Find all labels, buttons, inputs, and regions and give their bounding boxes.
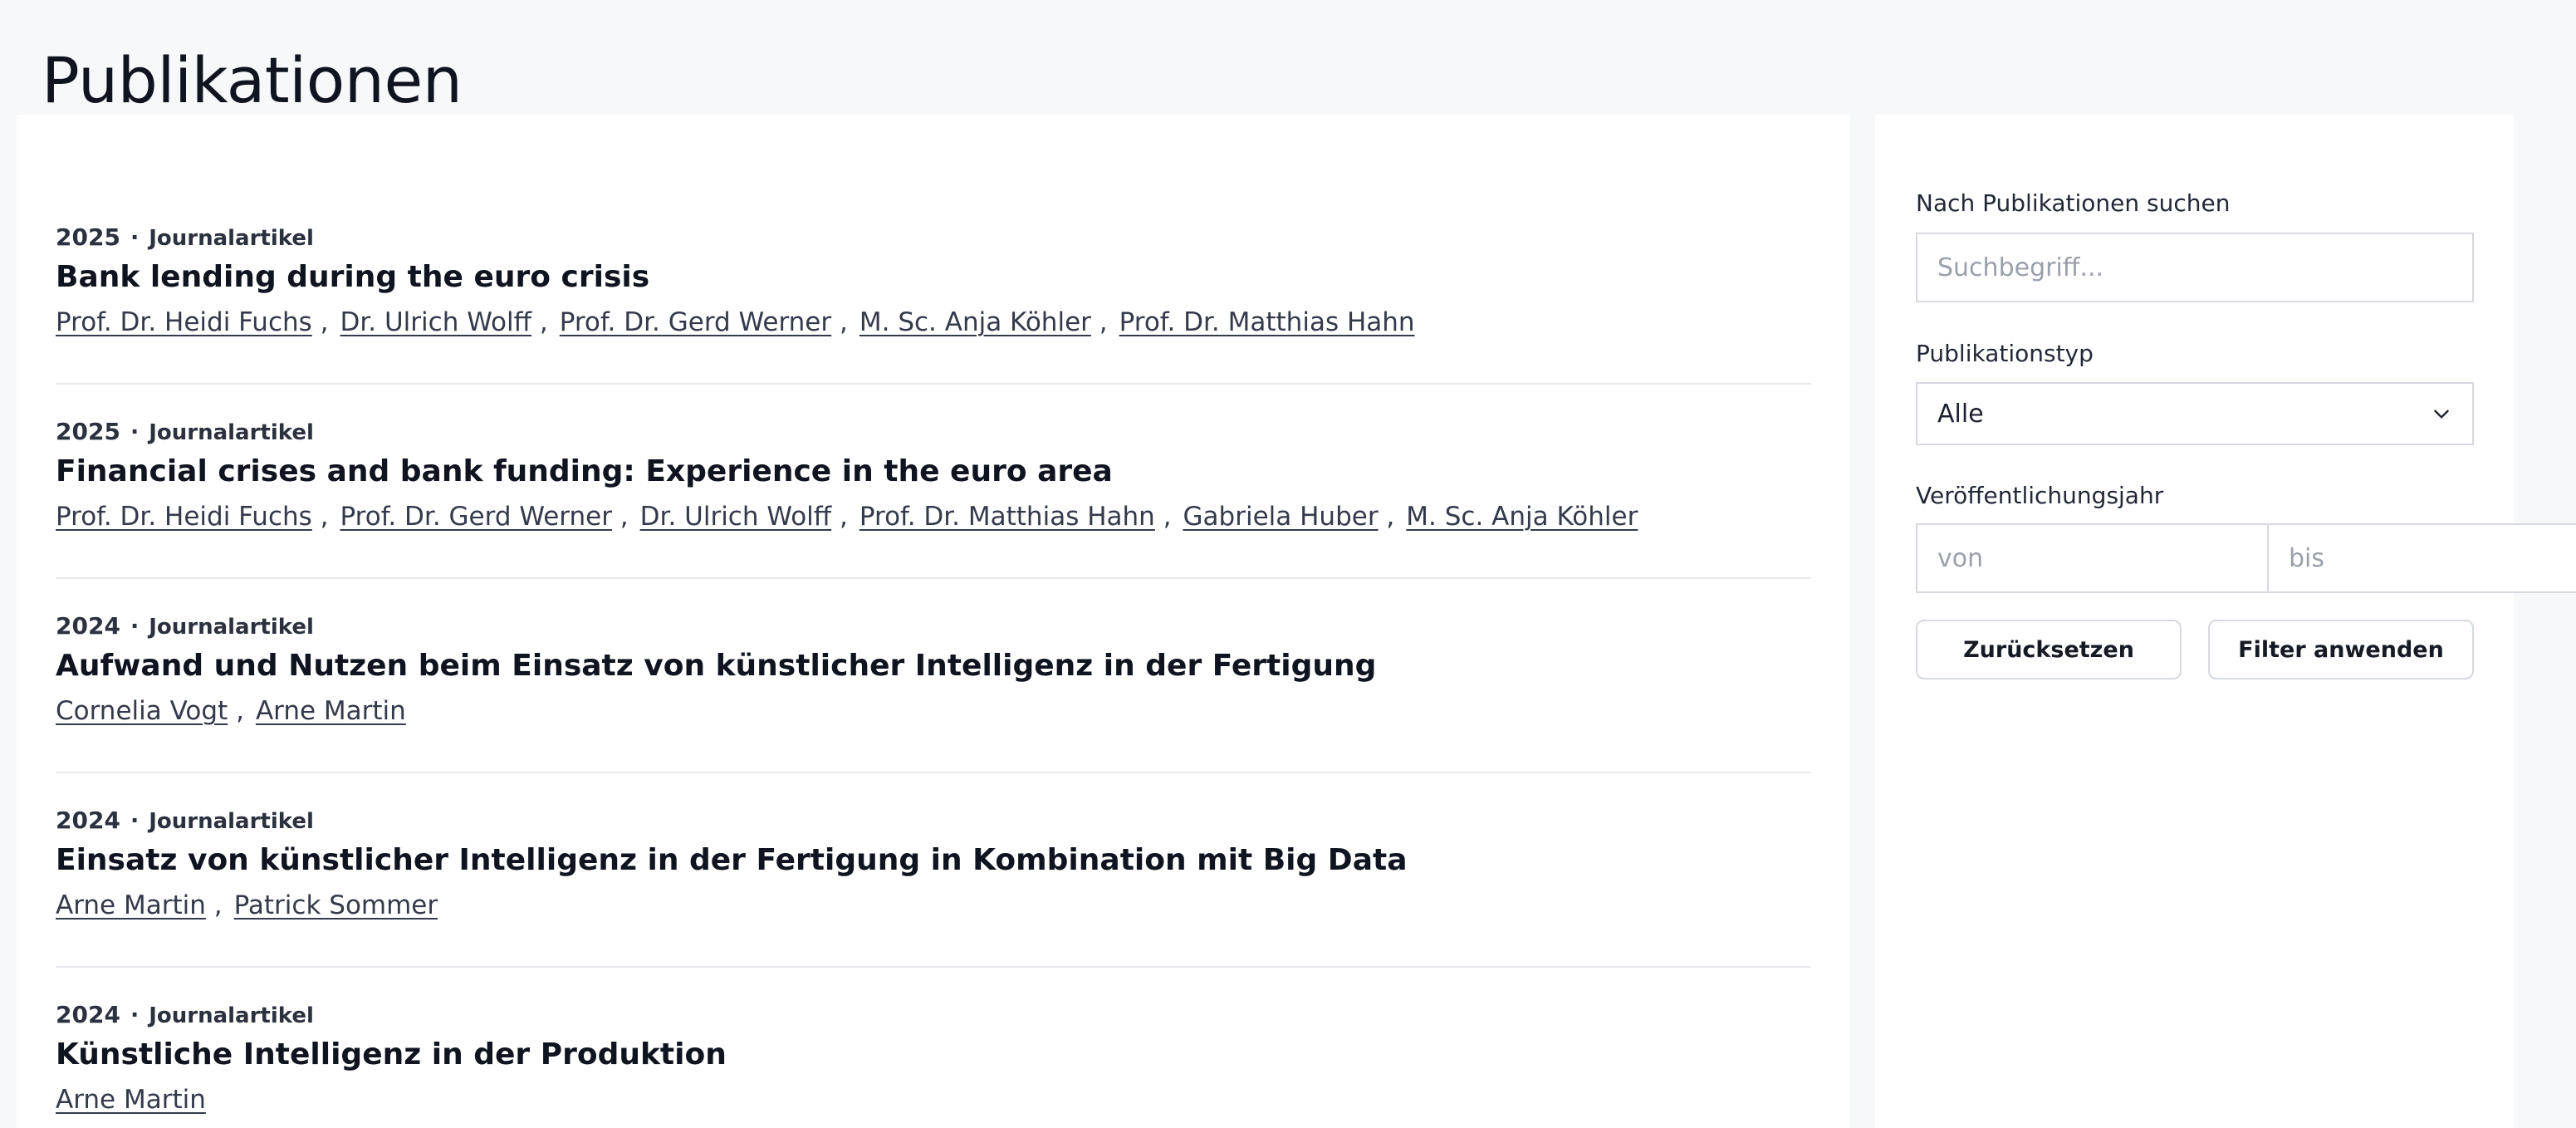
author-link[interactable]: Arne Martin	[56, 1085, 206, 1115]
publication-item: 2025 · Journalartikel Financial crises and …	[56, 385, 1811, 579]
author-separator: ,	[228, 696, 244, 726]
reset-button[interactable]: Zurücksetzen	[1916, 620, 2182, 679]
author-link[interactable]: M. Sc. Anja Köhler	[859, 307, 1091, 337]
author-link[interactable]: Prof. Dr. Gerd Werner	[340, 502, 612, 532]
author-separator: ,	[311, 502, 329, 532]
author-link[interactable]: M. Sc. Anja Köhler	[1406, 502, 1638, 532]
meta-separator: ·	[130, 614, 140, 640]
publication-authors: Arne Martin , Patrick Sommer	[56, 887, 438, 924]
author-separator: ,	[831, 502, 848, 532]
meta-separator: ·	[130, 808, 140, 834]
publication-authors: Cornelia Vogt , Arne Martin	[56, 693, 406, 729]
results-panel: 2025 · Journalartikel Bank lending during t…	[17, 115, 1850, 1128]
publication-title: Bank lending during the euro crisis	[56, 260, 650, 294]
author-link[interactable]: Prof. Dr. Matthias Hahn	[859, 502, 1155, 532]
type-label: Publikationstyp	[1916, 340, 2094, 367]
publication-authors: Prof. Dr. Heidi Fuchs , Prof. Dr. Gerd We…	[56, 498, 1638, 535]
author-separator: ,	[1378, 502, 1395, 532]
author-separator: ,	[611, 502, 629, 532]
author-separator: ,	[205, 890, 223, 920]
author-separator: ,	[831, 307, 848, 337]
publication-year: 2024	[56, 612, 120, 640]
chevron-down-icon	[2434, 410, 2449, 419]
type-select[interactable]: Alle	[1916, 382, 2474, 445]
publication-item: 2024 · Journalartikel Einsatz von künstlich…	[56, 774, 1811, 968]
publication-meta: 2024 · Journalartikel	[56, 611, 314, 642]
author-link[interactable]: Dr. Ulrich Wolff	[640, 502, 831, 532]
publication-meta: 2025 · Journalartikel	[56, 417, 314, 448]
type-select-value: Alle	[1937, 399, 1984, 429]
year-from-input[interactable]	[1916, 523, 2269, 593]
author-separator: ,	[1154, 502, 1172, 532]
publication-title: Aufwand und Nutzen beim Einsatz von küns…	[56, 649, 1377, 683]
publication-type: Journalartikel	[149, 809, 314, 834]
author-link[interactable]: Prof. Dr. Gerd Werner	[560, 307, 831, 337]
meta-separator: ·	[130, 1003, 140, 1028]
publication-authors: Arne Martin	[56, 1081, 206, 1118]
publication-authors: Prof. Dr. Heidi Fuchs , Dr. Ulrich Wolff …	[56, 304, 1415, 341]
publication-type: Journalartikel	[149, 420, 314, 445]
author-link[interactable]: Prof. Dr. Heidi Fuchs	[56, 502, 312, 532]
publication-meta: 2024 · Journalartikel	[56, 1000, 314, 1031]
author-link[interactable]: Gabriela Huber	[1183, 502, 1379, 532]
meta-separator: ·	[130, 419, 140, 445]
publication-item: 2024 · Journalartikel Künstliche Intelligen…	[56, 969, 1811, 1128]
author-link[interactable]: Arne Martin	[56, 890, 206, 920]
publication-type: Journalartikel	[149, 226, 314, 251]
year-label: Veröffentlichungsjahr	[1916, 482, 2164, 509]
author-separator: ,	[311, 307, 329, 337]
publication-year: 2024	[56, 1001, 120, 1028]
publication-meta: 2024 · Journalartikel	[56, 806, 314, 836]
author-link[interactable]: Patrick Sommer	[234, 890, 438, 920]
publication-meta: 2025 · Journalartikel	[56, 223, 314, 253]
publication-list: 2025 · Journalartikel Bank lending during t…	[56, 191, 1811, 1128]
year-range	[1916, 523, 2576, 593]
meta-separator: ·	[130, 225, 140, 251]
apply-filter-button[interactable]: Filter anwenden	[2208, 620, 2474, 679]
search-label: Nach Publikationen suchen	[1916, 189, 2231, 217]
author-separator: ,	[1090, 307, 1108, 337]
page-title: Publikationen	[42, 43, 463, 117]
search-input[interactable]	[1916, 233, 2474, 302]
publication-title: Financial crises and bank funding: Exper…	[56, 454, 1113, 488]
filter-panel: Nach Publikationen suchen Publikationsty…	[1875, 115, 2576, 1128]
author-separator: ,	[531, 307, 548, 337]
publication-type: Journalartikel	[149, 1003, 314, 1028]
publication-title: Einsatz von künstlicher Intelligenz in d…	[56, 843, 1408, 877]
author-link[interactable]: Dr. Ulrich Wolff	[340, 307, 531, 337]
publication-type: Journalartikel	[149, 615, 314, 640]
publication-title: Künstliche Intelligenz in der Produktion	[56, 1037, 727, 1072]
author-link[interactable]: Arne Martin	[256, 696, 406, 726]
publication-year: 2025	[56, 223, 120, 251]
publication-item: 2024 · Journalartikel Aufwand und Nutzen be…	[56, 580, 1811, 773]
publication-year: 2024	[56, 807, 120, 834]
publication-year: 2025	[56, 418, 120, 445]
author-link[interactable]: Prof. Dr. Matthias Hahn	[1119, 307, 1415, 337]
year-to-input[interactable]	[2269, 523, 2576, 593]
author-link[interactable]: Prof. Dr. Heidi Fuchs	[56, 307, 312, 337]
publication-item: 2025 · Journalartikel Bank lending during t…	[56, 191, 1811, 385]
author-link[interactable]: Cornelia Vogt	[56, 696, 228, 726]
